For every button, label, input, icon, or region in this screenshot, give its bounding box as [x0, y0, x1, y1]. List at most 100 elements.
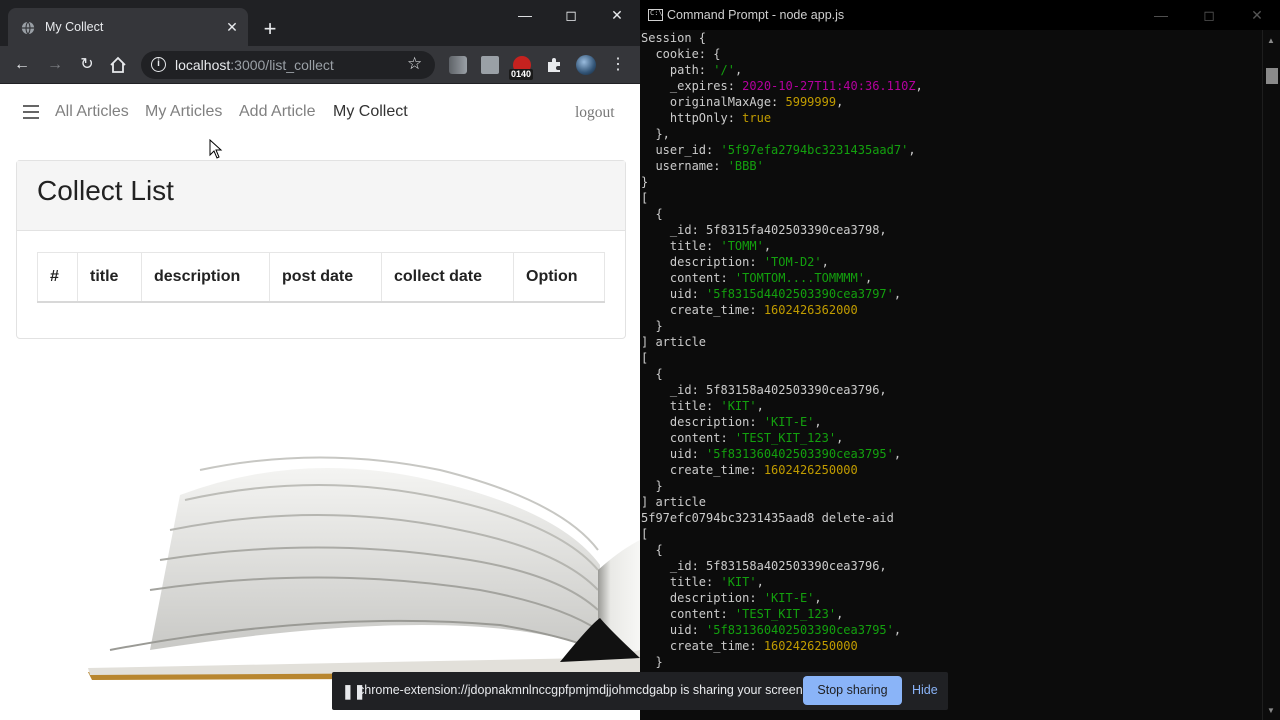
console-token: } [641, 655, 663, 669]
forward-icon[interactable]: → [44, 54, 66, 76]
cmd-close-icon[interactable]: ✕ [1234, 0, 1280, 30]
console-token: , [836, 607, 844, 621]
console-token: , [756, 399, 764, 413]
nav-all-articles[interactable]: All Articles [55, 103, 129, 121]
console-token: { [641, 367, 663, 381]
command-prompt-window: Command Prompt - node app.js — ◻ ✕ Sessi… [640, 0, 1280, 720]
info-icon[interactable]: i [151, 57, 166, 72]
console-token: Session { [641, 31, 707, 45]
console-token: path: [641, 63, 714, 77]
console-line: create_time: 1602426362000 [641, 302, 1261, 318]
console-line: } [641, 318, 1261, 334]
console-token: 1602426250000 [763, 639, 858, 653]
hamburger-menu-icon[interactable] [23, 105, 39, 119]
address-bar[interactable]: i localhost:3000/list_collect ☆ [141, 51, 435, 79]
console-line: content: 'TEST_KIT_123', [641, 430, 1261, 446]
tab-strip: My Collect ✕ + — ◻ ✕ [0, 0, 640, 46]
cmd-title: Command Prompt - node app.js [667, 8, 845, 22]
extension-window-icon[interactable] [481, 56, 499, 74]
logout-link[interactable]: logout [575, 104, 615, 122]
console-token: description: [641, 591, 764, 605]
console-token: username: [641, 159, 728, 173]
console-line: } [641, 478, 1261, 494]
console-line: [ [641, 190, 1261, 206]
page-title: Collect List [37, 175, 174, 206]
close-window-icon[interactable]: ✕ [594, 0, 640, 30]
puzzle-icon[interactable] [545, 56, 563, 74]
new-tab-button[interactable]: + [258, 17, 282, 41]
console-line: create_time: 1602426250000 [641, 638, 1261, 654]
console-token: 5999999 [785, 95, 837, 109]
console-line: description: 'KIT-E', [641, 590, 1261, 606]
card-header: Collect List [17, 161, 625, 231]
console-token: description: [641, 255, 764, 269]
nav-my-articles[interactable]: My Articles [145, 103, 222, 121]
console-token: , [836, 431, 844, 445]
console-line: { [641, 542, 1261, 558]
console-token: '/' [713, 63, 735, 77]
cmd-titlebar: Command Prompt - node app.js — ◻ ✕ [640, 0, 1280, 30]
column-header-title: title [77, 252, 142, 303]
console-token: create_time: [641, 463, 764, 477]
console-line: title: 'TOMM', [641, 238, 1261, 254]
cmd-minimize-icon[interactable]: — [1138, 0, 1184, 30]
console-token: , [814, 591, 822, 605]
console-token: , [734, 63, 743, 77]
screen-sharing-bar: ❚❚ chrome-extension://jdopnakmnlnccgpfpm… [332, 672, 948, 710]
console-token: , [864, 271, 873, 285]
scroll-down-icon[interactable]: ▼ [1267, 706, 1275, 715]
cmd-maximize-icon[interactable]: ◻ [1186, 0, 1232, 30]
scroll-thumb[interactable] [1266, 68, 1278, 84]
collect-table: # title description post date collect da… [37, 252, 605, 303]
console-line: content: 'TOMTOM....TOMMMM', [641, 270, 1261, 286]
console-token: 'KIT-E' [763, 415, 815, 429]
column-header-collect-date: collect date [381, 252, 514, 303]
console-token: _id: 5f83158a402503390cea3796, [641, 383, 887, 397]
menu-dots-icon[interactable]: ⋮ [607, 54, 629, 76]
console-token: 'TOM-D2' [763, 255, 822, 269]
url-text[interactable]: localhost:3000/list_collect [175, 57, 334, 73]
scroll-up-icon[interactable]: ▲ [1267, 36, 1275, 45]
console-token: 'TEST_KIT_123' [734, 431, 837, 445]
bookmark-star-icon[interactable]: ☆ [407, 54, 422, 74]
profile-avatar[interactable] [576, 55, 596, 75]
console-line: ] article [641, 334, 1261, 350]
tab-title: My Collect [45, 20, 104, 34]
console-token: , [908, 143, 916, 157]
reload-icon[interactable]: ↻ [76, 54, 98, 76]
console-token: } [641, 479, 663, 493]
console-output[interactable]: Session { cookie: { path: '/', _expires:… [641, 30, 1261, 720]
console-token: [ [641, 351, 649, 365]
console-line: _expires: 2020-10-27T11:40:36.110Z, [641, 78, 1261, 94]
back-icon[interactable]: ← [11, 54, 33, 76]
console-token: , [893, 623, 902, 637]
column-header-option: Option [513, 252, 605, 303]
console-line: title: 'KIT', [641, 574, 1261, 590]
console-token: title: [641, 239, 721, 253]
tab-my-collect[interactable]: My Collect ✕ [8, 8, 248, 46]
stop-sharing-button[interactable]: Stop sharing [803, 676, 902, 705]
console-token: content: [641, 271, 735, 285]
tab-close-icon[interactable]: ✕ [224, 19, 240, 35]
console-line: user_id: '5f97efa2794bc3231435aad7', [641, 142, 1261, 158]
console-token: 5f97efc0794bc3231435aad8 delete-aid [641, 511, 894, 525]
nav-add-article[interactable]: Add Article [239, 103, 315, 121]
console-line: Session { [641, 30, 1261, 46]
console-line: path: '/', [641, 62, 1261, 78]
console-line: originalMaxAge: 5999999, [641, 94, 1261, 110]
console-token: create_time: [641, 303, 764, 317]
nav-my-collect[interactable]: My Collect [333, 103, 408, 121]
minimize-icon[interactable]: — [502, 0, 548, 30]
cmd-scrollbar[interactable]: ▲ ▼ [1262, 30, 1280, 720]
console-token: 2020-10-27T11:40:36.110Z [742, 79, 916, 93]
console-token: 'BBB' [727, 159, 764, 173]
console-line: httpOnly: true [641, 110, 1261, 126]
hide-button[interactable]: Hide [912, 683, 938, 697]
home-icon[interactable] [108, 55, 128, 75]
extension-badge: 0140 [509, 69, 534, 80]
console-token: 'TEST_KIT_123' [734, 607, 837, 621]
site-navbar: All Articles My Articles Add Article My … [0, 85, 640, 141]
console-line: title: 'KIT', [641, 398, 1261, 414]
maximize-icon[interactable]: ◻ [548, 0, 594, 30]
extension-n-icon[interactable] [449, 56, 467, 74]
